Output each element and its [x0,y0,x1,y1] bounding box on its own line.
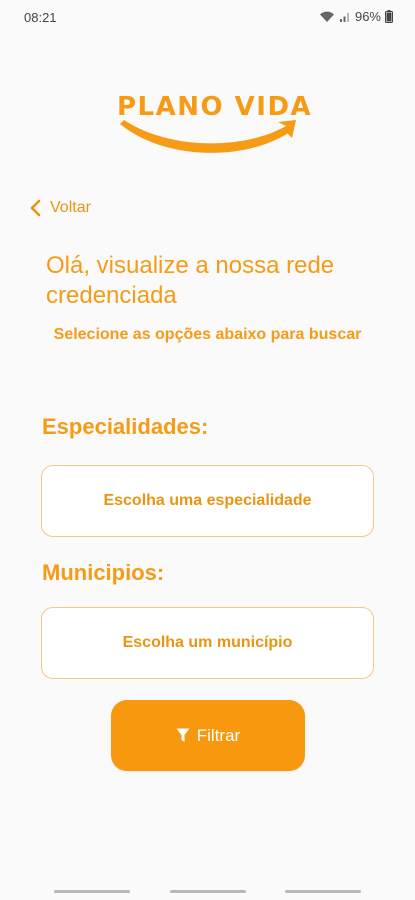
chevron-left-icon [30,199,41,217]
specialty-label: Especialidades: [42,414,209,439]
logo-smile-icon [120,120,296,153]
battery-icon [385,10,393,23]
brand-logo: PLANO VIDA [114,86,311,166]
specialty-select[interactable]: Escolha uma especialidade [41,465,374,537]
page-subtitle: Selecione as opções abaixo para buscar [53,326,362,343]
nav-recents-handle[interactable] [54,890,130,893]
signal-icon [339,11,351,23]
nav-back-handle[interactable] [285,890,361,893]
wifi-icon [319,11,335,23]
filter-button[interactable]: Filtrar [111,700,305,771]
back-label: Voltar [50,199,91,216]
filter-icon [176,728,190,742]
status-icons: 96% [319,9,393,24]
municipality-label: Municipios: [42,560,165,585]
status-time: 08:21 [24,10,57,25]
back-link[interactable]: Voltar [28,198,91,218]
specialty-placeholder: Escolha uma especialidade [103,492,312,509]
battery-level: 96% [354,9,381,24]
system-nav-bar [0,884,415,900]
municipality-select[interactable]: Escolha um município [41,607,374,679]
nav-home-handle[interactable] [170,890,246,893]
status-bar: 08:21 96% [0,0,415,34]
filter-button-label: Filtrar [196,725,241,745]
page-title: Olá, visualize a nossa rede credenciada [46,252,335,309]
municipality-placeholder: Escolha um município [122,634,293,651]
